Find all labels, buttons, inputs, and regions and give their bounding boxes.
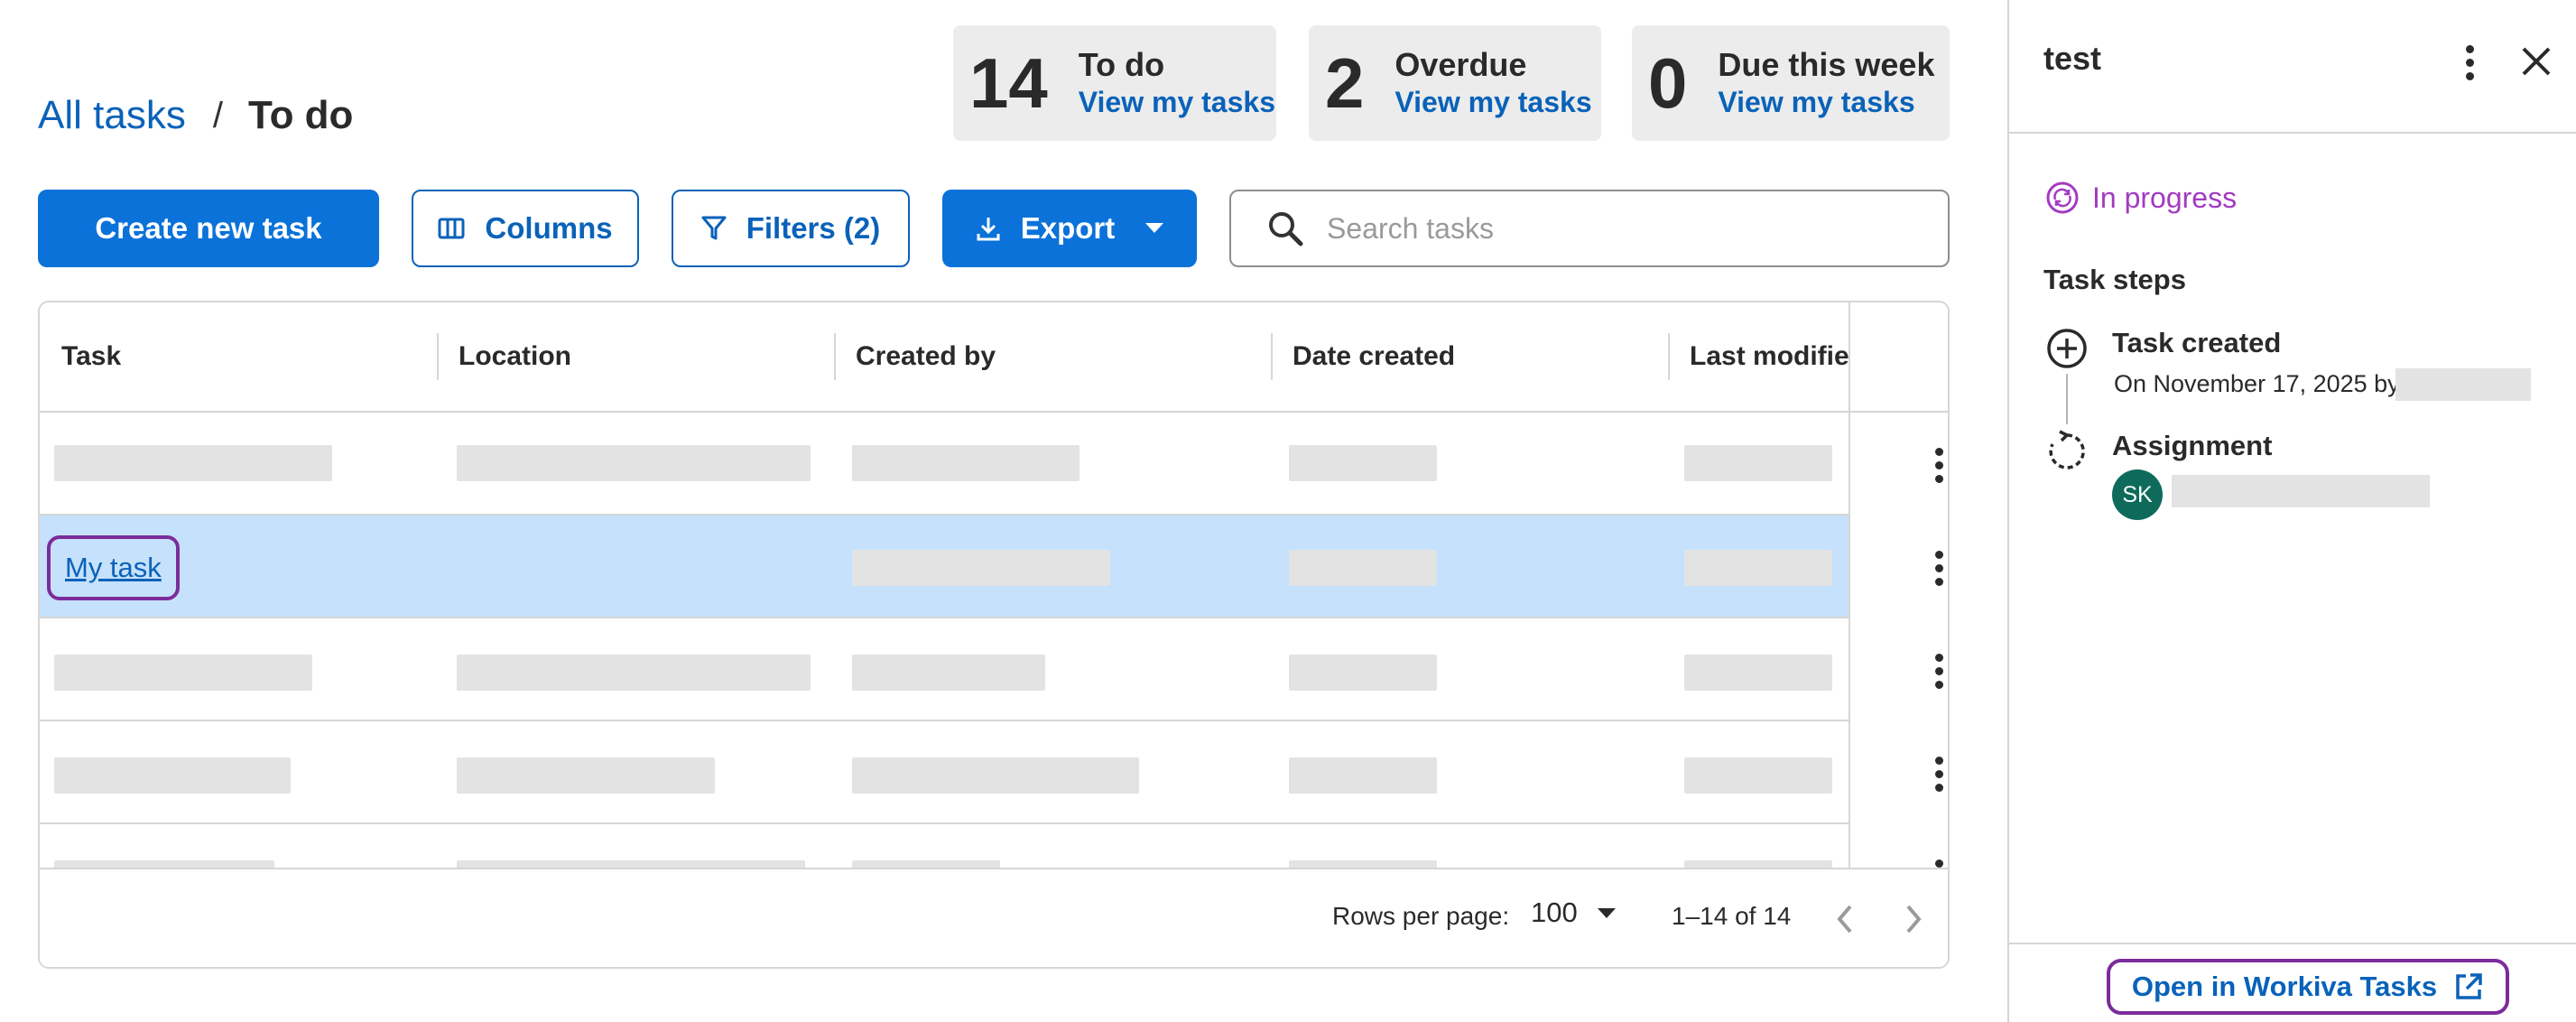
task-link-my-task[interactable]: My task (47, 535, 180, 600)
column-header-date-created[interactable]: Date created (1271, 302, 1668, 411)
chevron-down-icon (1597, 907, 1616, 918)
search-input[interactable] (1327, 211, 1904, 246)
stat-card-to-do: 14 To do View my tasks (953, 25, 1276, 141)
external-link-icon (2456, 973, 2482, 999)
table-pagination: Rows per page: 100 1–14 of 14 (40, 868, 1948, 967)
step-title-task-created: Task created (2112, 327, 2282, 358)
column-header-location[interactable]: Location (437, 302, 834, 411)
tasks-table: Task Location Created by Date created La… (38, 301, 1950, 969)
page-title: To do (247, 93, 354, 137)
chevron-right-icon (1906, 905, 1922, 934)
open-in-workiva-tasks-label: Open in Workiva Tasks (2131, 971, 2438, 1002)
in-progress-icon (2046, 181, 2079, 214)
row-actions-menu-icon[interactable] (1921, 541, 1948, 595)
stat-card-overdue: 2 Overdue View my tasks (1309, 25, 1601, 141)
chevron-down-icon (1145, 223, 1164, 233)
stat-label: Overdue (1395, 45, 1527, 83)
breadcrumb-all-tasks-link[interactable]: All tasks (38, 93, 186, 138)
previous-page-button[interactable] (1823, 893, 1867, 945)
task-steps-heading: Task steps (2043, 264, 2186, 295)
columns-button[interactable]: Columns (412, 190, 639, 267)
table-row-selected[interactable]: My task (40, 516, 1948, 618)
loading-placeholder (2172, 475, 2430, 507)
view-my-tasks-link[interactable]: View my tasks (1395, 84, 1591, 122)
row-actions-menu-icon[interactable] (1921, 747, 1948, 801)
columns-icon (438, 218, 465, 239)
download-icon (977, 218, 1000, 241)
stat-label: To do (1078, 45, 1165, 83)
column-header-last-modified[interactable]: Last modifie (1668, 302, 1849, 411)
loading-placeholder (54, 445, 332, 481)
loading-placeholder (457, 757, 715, 794)
rows-per-page-select[interactable]: 100 (1531, 897, 1616, 929)
stat-label: Due this week (1718, 45, 1935, 83)
table-header: Task Location Created by Date created La… (40, 302, 1888, 413)
next-page-button[interactable] (1892, 893, 1935, 945)
stat-count: 0 (1648, 43, 1688, 123)
search-icon (1269, 212, 1303, 246)
chevron-left-icon (1837, 905, 1852, 934)
step-detail: On November 17, 2025 by (2114, 370, 2400, 397)
loading-placeholder (1289, 757, 1437, 794)
table-row[interactable] (40, 721, 1948, 824)
columns-label: Columns (485, 211, 613, 245)
loading-placeholder (852, 757, 1139, 794)
filters-button[interactable]: Filters (2) (672, 190, 910, 267)
close-icon[interactable] (2516, 42, 2556, 81)
view-my-tasks-link[interactable]: View my tasks (1079, 84, 1275, 122)
create-new-task-label: Create new task (95, 211, 322, 245)
search-box (1229, 190, 1950, 267)
panel-title: test (2043, 40, 2102, 77)
loading-placeholder (2395, 368, 2531, 401)
pagination-range: 1–14 of 14 (1672, 902, 1792, 930)
loading-placeholder (852, 550, 1110, 586)
column-header-created-by[interactable]: Created by (834, 302, 1271, 411)
stat-count: 14 (969, 43, 1048, 123)
column-header-task[interactable]: Task (40, 302, 437, 411)
export-button[interactable]: Export (942, 190, 1197, 267)
rows-per-page-value: 100 (1531, 897, 1578, 928)
loading-placeholder (1289, 445, 1437, 481)
status-label: In progress (2092, 181, 2238, 214)
task-detail-panel: test In progress Task steps Task created… (2007, 0, 2576, 1022)
open-in-workiva-tasks-button[interactable]: Open in Workiva Tasks (2107, 959, 2509, 1015)
stat-card-due-this-week: 0 Due this week View my tasks (1632, 25, 1950, 141)
loading-placeholder (1684, 550, 1832, 586)
export-label: Export (1020, 211, 1116, 245)
loading-placeholder (852, 445, 1080, 481)
loading-placeholder (457, 655, 811, 691)
rows-per-page-label: Rows per page: (1332, 902, 1510, 930)
filter-icon (701, 216, 727, 240)
panel-more-options-icon[interactable] (2453, 40, 2486, 85)
loading-placeholder (852, 655, 1045, 691)
loading-placeholder (457, 445, 811, 481)
view-my-tasks-link[interactable]: View my tasks (1718, 84, 1934, 122)
panel-header: test (2009, 0, 2576, 134)
table-row[interactable] (40, 413, 1948, 516)
row-actions-menu-icon[interactable] (1921, 644, 1948, 698)
loading-placeholder (1684, 445, 1832, 481)
step-title-assignment: Assignment (2112, 430, 2273, 461)
status-badge: In progress (2045, 181, 2237, 215)
loading-placeholder (1684, 757, 1832, 794)
row-actions-menu-icon[interactable] (1921, 438, 1948, 492)
step-connector (2066, 374, 2068, 424)
filters-label: Filters (2) (746, 211, 881, 245)
table-row[interactable] (40, 618, 1948, 721)
avatar: SK (2112, 469, 2163, 520)
breadcrumb-separator: / (212, 95, 223, 135)
loading-placeholder (1289, 655, 1437, 691)
panel-footer: Open in Workiva Tasks (2009, 943, 2576, 1022)
add-circle-icon (2047, 329, 2087, 368)
refresh-icon (2049, 430, 2085, 469)
stat-count: 2 (1325, 43, 1365, 123)
loading-placeholder (54, 757, 291, 794)
row-actions-header (1850, 302, 1948, 413)
loading-placeholder (1289, 550, 1437, 586)
loading-placeholder (54, 655, 312, 691)
breadcrumb: All tasks / To do (38, 88, 353, 143)
create-new-task-button[interactable]: Create new task (38, 190, 379, 267)
loading-placeholder (1684, 655, 1832, 691)
